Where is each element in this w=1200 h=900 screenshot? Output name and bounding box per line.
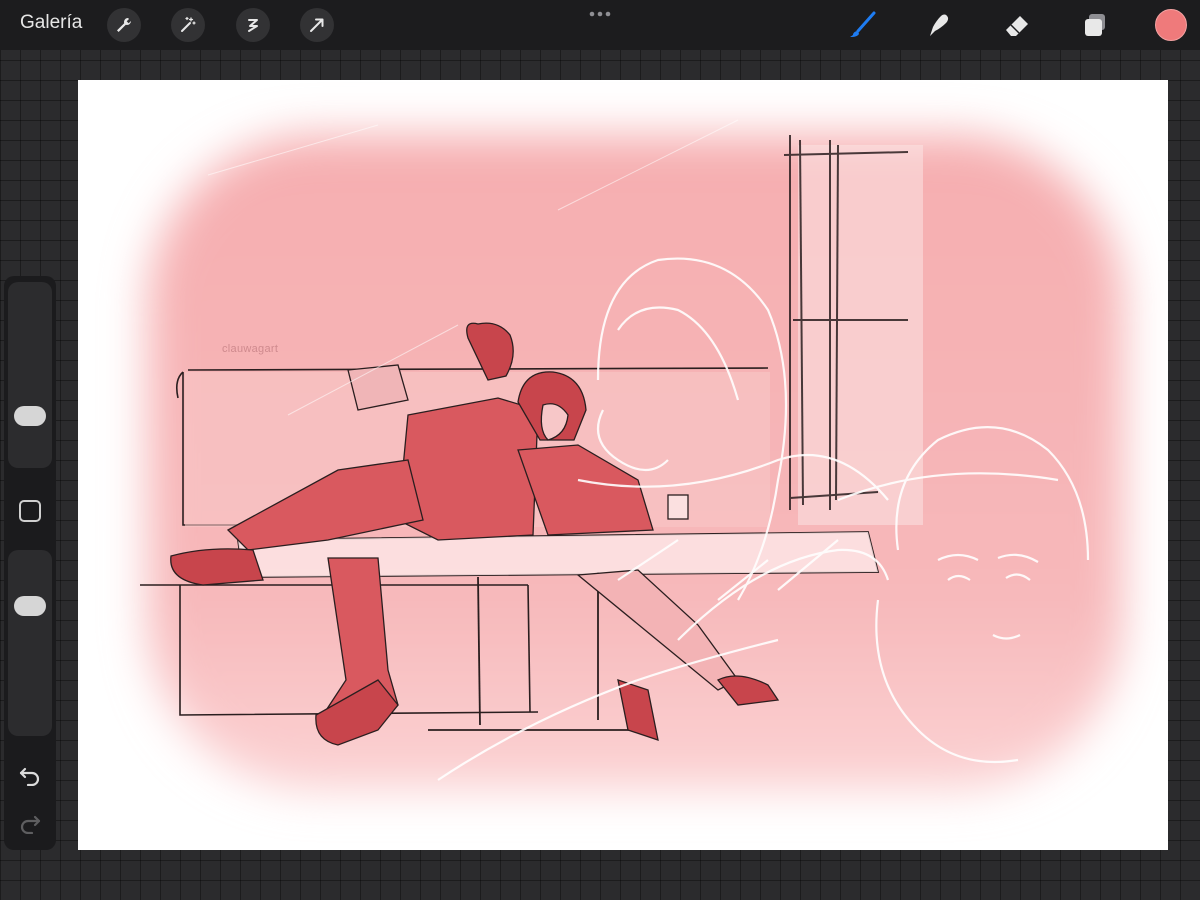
brush-icon[interactable]: [845, 8, 879, 42]
selection-icon[interactable]: [236, 8, 270, 42]
opacity-slider-thumb[interactable]: [14, 596, 46, 616]
artist-watermark: clauwagart: [222, 343, 279, 355]
wrench-icon[interactable]: [107, 8, 141, 42]
top-toolbar: Galería: [0, 0, 1200, 50]
brush-size-slider-thumb[interactable]: [14, 406, 46, 426]
undo-icon[interactable]: [18, 764, 42, 791]
gallery-button[interactable]: Galería: [20, 12, 82, 34]
window-light: [798, 145, 923, 525]
smudge-icon[interactable]: [922, 8, 956, 42]
brush-size-slider[interactable]: [8, 282, 52, 468]
artwork: [140, 119, 1123, 790]
modify-button[interactable]: [19, 500, 41, 522]
eraser-icon[interactable]: [1000, 8, 1034, 42]
color-picker-button[interactable]: [1155, 9, 1187, 41]
magic-wand-icon[interactable]: [171, 8, 205, 42]
transform-arrow-icon[interactable]: [300, 8, 334, 42]
more-options-icon[interactable]: [588, 6, 612, 24]
drawing-canvas[interactable]: clauwagart: [78, 80, 1168, 850]
redo-icon[interactable]: [18, 812, 42, 839]
left-sidebar: [4, 276, 56, 850]
layers-icon[interactable]: [1078, 8, 1112, 42]
opacity-slider[interactable]: [8, 550, 52, 736]
